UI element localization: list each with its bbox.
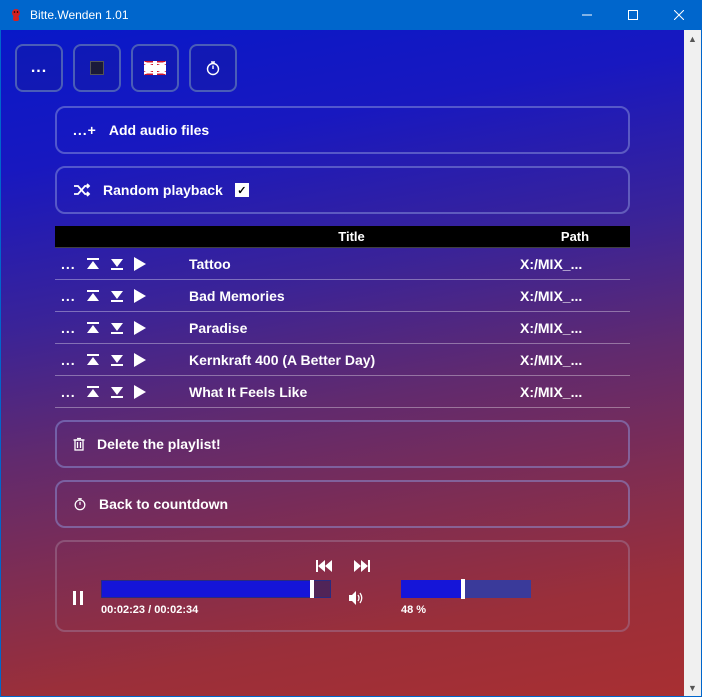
row-path: X:/MIX_...: [520, 256, 630, 272]
add-audio-button[interactable]: ...+ Add audio files: [55, 106, 630, 154]
table-row: ... Tattoo X:/MIX_...: [55, 248, 630, 280]
move-down-button[interactable]: [110, 386, 124, 398]
random-playback-label: Random playback: [103, 182, 223, 198]
pause-button[interactable]: [73, 591, 83, 605]
move-down-button[interactable]: [110, 322, 124, 334]
uk-flag-icon: [144, 61, 166, 75]
row-path: X:/MIX_...: [520, 384, 630, 400]
play-row-button[interactable]: [134, 321, 146, 335]
window-title: Bitte.Wenden 1.01: [30, 8, 564, 22]
titlebar: Bitte.Wenden 1.01: [0, 0, 702, 30]
progress-slider[interactable]: [101, 580, 331, 598]
row-title: Kernkraft 400 (A Better Day): [183, 352, 520, 368]
stopwatch-icon: [73, 497, 87, 511]
row-title: Bad Memories: [183, 288, 520, 304]
scroll-track[interactable]: [684, 47, 701, 679]
move-up-button[interactable]: [86, 354, 100, 366]
row-path: X:/MIX_...: [520, 352, 630, 368]
delete-playlist-label: Delete the playlist!: [97, 436, 221, 452]
volume-label: 48 %: [401, 604, 531, 616]
top-toolbar: ...: [15, 44, 670, 92]
menu-button[interactable]: ...: [15, 44, 63, 92]
close-button[interactable]: [656, 0, 702, 30]
table-row: ... Bad Memories X:/MIX_...: [55, 280, 630, 312]
add-icon: ...+: [73, 122, 97, 138]
row-title: Paradise: [183, 320, 520, 336]
move-up-button[interactable]: [86, 386, 100, 398]
back-countdown-button[interactable]: Back to countdown: [55, 480, 630, 528]
row-menu-button[interactable]: ...: [61, 288, 76, 304]
table-row: ... Kernkraft 400 (A Better Day) X:/MIX_…: [55, 344, 630, 376]
minimize-button[interactable]: [564, 0, 610, 30]
vertical-scrollbar[interactable]: ▲ ▼: [684, 30, 701, 696]
table-row: ... Paradise X:/MIX_...: [55, 312, 630, 344]
row-title: Tattoo: [183, 256, 520, 272]
play-row-button[interactable]: [134, 385, 146, 399]
row-path: X:/MIX_...: [520, 320, 630, 336]
header-path: Path: [520, 229, 630, 244]
language-button[interactable]: [131, 44, 179, 92]
move-down-button[interactable]: [110, 258, 124, 270]
play-row-button[interactable]: [134, 353, 146, 367]
move-up-button[interactable]: [86, 258, 100, 270]
delete-playlist-button[interactable]: Delete the playlist!: [55, 420, 630, 468]
play-row-button[interactable]: [134, 289, 146, 303]
add-audio-label: Add audio files: [109, 122, 209, 138]
random-playback-checkbox[interactable]: ✓: [235, 183, 249, 197]
move-down-button[interactable]: [110, 354, 124, 366]
trash-icon: [73, 437, 85, 451]
back-countdown-label: Back to countdown: [99, 496, 228, 512]
row-menu-button[interactable]: ...: [61, 256, 76, 272]
row-path: X:/MIX_...: [520, 288, 630, 304]
move-up-button[interactable]: [86, 290, 100, 302]
next-track-button[interactable]: [354, 560, 370, 572]
maximize-button[interactable]: [610, 0, 656, 30]
row-menu-button[interactable]: ...: [61, 320, 76, 336]
prev-track-button[interactable]: [316, 560, 332, 572]
row-menu-button[interactable]: ...: [61, 352, 76, 368]
stop-icon: [90, 61, 104, 75]
shuffle-icon: [73, 183, 91, 197]
move-down-button[interactable]: [110, 290, 124, 302]
stopwatch-icon: [205, 60, 221, 76]
stop-button[interactable]: [73, 44, 121, 92]
timer-button[interactable]: [189, 44, 237, 92]
scroll-down-button[interactable]: ▼: [684, 679, 701, 696]
play-row-button[interactable]: [134, 257, 146, 271]
volume-icon: [349, 591, 365, 605]
playlist-table: Title Path ... Tattoo X:/MIX_... ... Bad…: [55, 226, 630, 408]
move-up-button[interactable]: [86, 322, 100, 334]
header-title: Title: [183, 229, 520, 244]
random-playback-row: Random playback ✓: [55, 166, 630, 214]
time-display: 00:02:23 / 00:02:34: [101, 604, 331, 616]
player-panel: 00:02:23 / 00:02:34 48 %: [55, 540, 630, 632]
scroll-up-button[interactable]: ▲: [684, 30, 701, 47]
table-row: ... What It Feels Like X:/MIX_...: [55, 376, 630, 408]
app-icon: [8, 7, 24, 23]
table-header: Title Path: [55, 226, 630, 248]
row-title: What It Feels Like: [183, 384, 520, 400]
row-menu-button[interactable]: ...: [61, 384, 76, 400]
volume-slider[interactable]: [401, 580, 531, 598]
dots-icon: ...: [31, 59, 47, 77]
